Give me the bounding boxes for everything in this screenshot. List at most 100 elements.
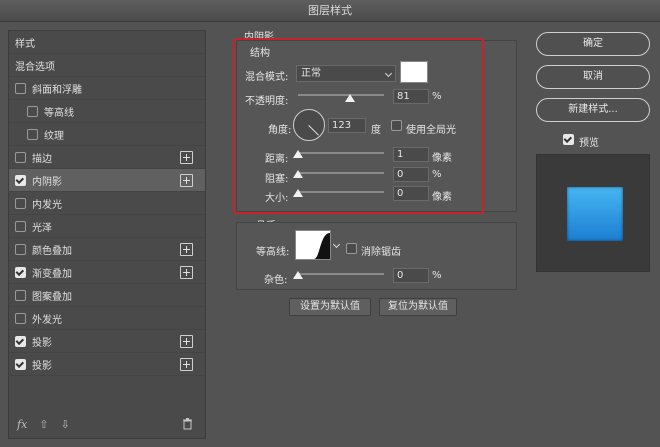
choke-slider-track[interactable] bbox=[298, 172, 384, 174]
ok-button[interactable]: 确定 bbox=[536, 32, 650, 56]
style-item-checkbox[interactable] bbox=[15, 82, 26, 94]
noise-label: 杂色: bbox=[264, 275, 288, 286]
style-list-panel: 样式 混合选项 斜面和浮雕等高线纹理描边内阴影内发光 光泽颜色叠加渐变叠加图案叠加… bbox=[8, 30, 206, 439]
blend-mode-value: 正常 bbox=[301, 68, 321, 79]
reset-default-button[interactable]: 复位为默认值 bbox=[379, 298, 457, 316]
style-item-label: 颜色叠加 bbox=[32, 245, 72, 257]
style-item[interactable]: 斜面和浮雕 bbox=[9, 77, 205, 100]
move-down-icon[interactable]: ⇩ bbox=[61, 418, 70, 431]
style-item-checkbox[interactable] bbox=[15, 289, 26, 301]
move-up-icon[interactable]: ⇧ bbox=[39, 418, 48, 431]
distance-slider-thumb[interactable] bbox=[293, 150, 303, 158]
style-item-checkbox[interactable] bbox=[15, 358, 26, 370]
style-item-checkbox[interactable] bbox=[15, 197, 26, 209]
cancel-button[interactable]: 取消 bbox=[536, 65, 650, 89]
contour-picker[interactable] bbox=[295, 230, 331, 260]
choke-label: 阻塞: bbox=[265, 174, 289, 185]
choke-input[interactable]: 0 bbox=[393, 167, 429, 182]
style-item-checkbox[interactable] bbox=[27, 105, 38, 117]
style-item[interactable]: 纹理 bbox=[9, 123, 205, 146]
window-title: 图层样式 bbox=[0, 0, 660, 22]
blend-color-swatch[interactable] bbox=[400, 61, 428, 83]
choke-unit: % bbox=[432, 169, 442, 180]
angle-input[interactable]: 123 bbox=[328, 118, 366, 133]
styles-header[interactable]: 样式 bbox=[9, 31, 205, 54]
style-item-checkbox[interactable] bbox=[15, 266, 26, 278]
style-item[interactable]: 外发光 bbox=[9, 307, 205, 330]
style-item-checkbox[interactable] bbox=[15, 174, 26, 186]
opacity-unit: % bbox=[432, 91, 442, 102]
choke-slider-thumb[interactable] bbox=[293, 170, 303, 178]
noise-unit: % bbox=[432, 270, 442, 281]
opacity-label: 不透明度: bbox=[245, 96, 289, 107]
style-item-label: 投影 bbox=[32, 337, 52, 349]
style-item-label: 外发光 bbox=[32, 314, 62, 326]
style-item[interactable]: 内发光 bbox=[9, 192, 205, 215]
style-item[interactable]: 渐变叠加 bbox=[9, 261, 205, 284]
set-default-button[interactable]: 设置为默认值 bbox=[289, 298, 371, 316]
opacity-input[interactable]: 81 bbox=[393, 89, 429, 104]
add-effect-plus-icon[interactable] bbox=[180, 358, 193, 371]
opacity-slider-thumb[interactable] bbox=[345, 94, 355, 102]
noise-input[interactable]: 0 bbox=[393, 268, 429, 283]
style-item[interactable]: 投影 bbox=[9, 353, 205, 376]
size-input[interactable]: 0 bbox=[393, 186, 429, 201]
style-item-checkbox[interactable] bbox=[15, 335, 26, 347]
style-item[interactable]: 描边 bbox=[9, 146, 205, 169]
preview-swatch bbox=[567, 187, 623, 241]
distance-input[interactable]: 1 bbox=[393, 147, 429, 162]
style-item-checkbox[interactable] bbox=[15, 312, 26, 324]
size-label: 大小: bbox=[265, 193, 289, 204]
new-style-button[interactable]: 新建样式... bbox=[536, 98, 650, 122]
style-item-checkbox[interactable] bbox=[15, 220, 26, 232]
blend-options-item[interactable]: 混合选项 bbox=[9, 54, 205, 77]
add-effect-plus-icon[interactable] bbox=[180, 174, 193, 187]
blend-mode-select[interactable]: 正常 bbox=[296, 65, 396, 82]
style-item[interactable]: 投影 bbox=[9, 330, 205, 353]
style-item-checkbox[interactable] bbox=[15, 243, 26, 255]
antialias-checkbox[interactable] bbox=[346, 243, 357, 254]
preview-checkbox[interactable] bbox=[563, 134, 574, 145]
style-item[interactable]: 颜色叠加 bbox=[9, 238, 205, 261]
noise-slider-thumb[interactable] bbox=[293, 271, 303, 279]
style-item-label: 投影 bbox=[32, 360, 52, 372]
blend-mode-label: 混合模式: bbox=[245, 72, 289, 83]
style-item-label: 描边 bbox=[32, 153, 52, 165]
opacity-slider-track[interactable] bbox=[298, 94, 384, 96]
preview-label: 预览 bbox=[579, 138, 599, 149]
distance-unit: 像素 bbox=[432, 153, 452, 164]
distance-slider-track[interactable] bbox=[298, 152, 384, 154]
angle-dial[interactable] bbox=[293, 109, 325, 141]
size-slider-track[interactable] bbox=[298, 191, 384, 193]
global-light-checkbox[interactable] bbox=[391, 120, 402, 131]
add-effect-plus-icon[interactable] bbox=[180, 151, 193, 164]
style-list-footer: fx ⇧ ⇩ bbox=[9, 410, 205, 438]
style-item-label: 图案叠加 bbox=[32, 291, 72, 303]
size-slider-thumb[interactable] bbox=[293, 189, 303, 197]
antialias-label: 消除锯齿 bbox=[361, 247, 401, 258]
style-item-label: 内阴影 bbox=[32, 176, 62, 188]
fx-icon[interactable]: fx bbox=[17, 418, 27, 431]
angle-unit: 度 bbox=[371, 125, 381, 136]
add-effect-plus-icon[interactable] bbox=[180, 335, 193, 348]
contour-label: 等高线: bbox=[256, 247, 290, 258]
chevron-down-icon bbox=[384, 69, 393, 78]
style-item-checkbox[interactable] bbox=[27, 128, 38, 140]
styles-header-label: 样式 bbox=[15, 38, 35, 50]
trash-icon[interactable] bbox=[182, 418, 193, 433]
style-item-label: 等高线 bbox=[44, 107, 74, 119]
add-effect-plus-icon[interactable] bbox=[180, 243, 193, 256]
noise-slider-track[interactable] bbox=[298, 273, 384, 275]
add-effect-plus-icon[interactable] bbox=[180, 266, 193, 279]
style-item[interactable]: 光泽 bbox=[9, 215, 205, 238]
blend-options-label: 混合选项 bbox=[15, 61, 55, 73]
preview-thumbnail bbox=[536, 154, 650, 272]
style-item[interactable]: 等高线 bbox=[9, 100, 205, 123]
style-item[interactable]: 图案叠加 bbox=[9, 284, 205, 307]
style-item[interactable]: 内阴影 bbox=[9, 169, 205, 192]
global-light-label: 使用全局光 bbox=[406, 125, 456, 136]
style-item-label: 纹理 bbox=[44, 130, 64, 142]
angle-label: 角度: bbox=[268, 125, 292, 136]
style-item-checkbox[interactable] bbox=[15, 151, 26, 163]
structure-title: 结构 bbox=[250, 48, 270, 59]
